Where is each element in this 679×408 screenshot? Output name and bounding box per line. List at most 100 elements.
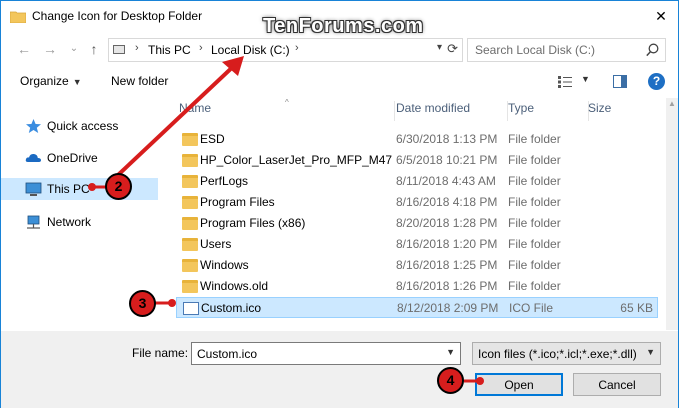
file-type-select[interactable]: Icon files (*.ico;*.icl;*.exe;*.dll) ▼ <box>472 342 661 365</box>
column-header-type[interactable]: Type <box>508 101 589 121</box>
file-row[interactable]: Windows 8/16/2018 1:25 PM File folder <box>176 255 658 276</box>
column-header-date[interactable]: Date modified <box>396 101 508 121</box>
new-folder-button[interactable]: New folder <box>111 74 168 88</box>
organize-button[interactable]: Organize ▼ <box>20 74 82 88</box>
column-header-name[interactable]: ^ Name <box>179 98 395 121</box>
breadcrumb-this-pc[interactable]: This PC <box>148 43 191 57</box>
help-icon[interactable]: ? <box>648 73 665 90</box>
file-name-label: File name: <box>132 346 189 360</box>
file-type: File folder <box>508 174 561 188</box>
file-row[interactable]: Program Files (x86) 8/20/2018 1:28 PM Fi… <box>176 213 658 234</box>
file-type: File folder <box>508 237 561 251</box>
organize-label: Organize <box>20 74 69 88</box>
file-date: 8/16/2018 4:18 PM <box>396 195 498 209</box>
search-input[interactable] <box>473 40 643 60</box>
nav-item-label: Quick access <box>47 119 119 133</box>
folder-icon <box>182 133 198 146</box>
nav-item-onedrive[interactable]: OneDrive <box>1 147 158 169</box>
chevron-down-icon: ▼ <box>646 347 655 357</box>
file-type: File folder <box>508 258 561 272</box>
column-header-label: Size <box>588 101 612 115</box>
file-date: 8/12/2018 2:09 PM <box>397 301 499 315</box>
file-type: File folder <box>508 195 561 209</box>
file-row[interactable]: PerfLogs 8/11/2018 4:43 AM File folder <box>176 171 658 192</box>
nav-item-label: Network <box>47 215 92 229</box>
file-type: ICO File <box>509 301 554 315</box>
file-row[interactable]: Users 8/16/2018 1:20 PM File folder <box>176 234 658 255</box>
file-type-value: Icon files (*.ico;*.icl;*.exe;*.dll) <box>478 347 637 361</box>
file-row[interactable]: ESD 6/30/2018 1:13 PM File folder <box>176 129 658 150</box>
navigation-bar: ← → ⌄ ↑ › This PC › Local Disk (C:) › ▾ … <box>1 32 678 66</box>
file-date: 8/11/2018 4:43 AM <box>396 174 496 188</box>
chevron-down-icon[interactable]: ▼ <box>446 347 455 357</box>
nav-item-this-pc[interactable]: This PC <box>1 178 158 200</box>
file-name: Custom.ico <box>201 301 262 315</box>
command-bar: Organize ▼ New folder ▼ ? <box>1 67 678 97</box>
file-type: File folder <box>508 216 561 230</box>
close-button[interactable]: ✕ <box>644 1 678 32</box>
computer-icon <box>25 182 42 196</box>
callout-marker-4: 4 <box>437 367 464 394</box>
refresh-icon[interactable]: ⟳ <box>447 41 458 57</box>
scroll-up-icon[interactable]: ▲ <box>666 98 678 110</box>
column-header-label: Name <box>179 101 212 115</box>
file-row-selected[interactable]: Custom.ico 8/12/2018 2:09 PM ICO File 65… <box>176 297 658 318</box>
file-date: 8/16/2018 1:20 PM <box>396 237 498 251</box>
file-name-combobox[interactable]: ▼ <box>191 342 461 365</box>
breadcrumb-local-disk[interactable]: Local Disk (C:) <box>211 43 290 57</box>
search-icon[interactable] <box>646 43 659 57</box>
column-divider[interactable] <box>394 101 395 121</box>
file-name: Program Files <box>200 195 275 209</box>
folder-app-icon <box>10 11 26 23</box>
sort-ascending-icon: ^ <box>285 98 289 107</box>
file-row[interactable]: Windows.old 8/16/2018 1:26 PM File folde… <box>176 276 658 297</box>
callout-marker-2: 2 <box>105 173 132 200</box>
cancel-button[interactable]: Cancel <box>573 373 661 396</box>
nav-item-label: OneDrive <box>47 151 98 165</box>
file-name: Users <box>200 237 232 251</box>
network-icon <box>27 215 40 229</box>
column-header-label: Date modified <box>396 101 471 115</box>
drive-icon <box>113 45 125 54</box>
search-box[interactable] <box>467 38 666 62</box>
window-title: Change Icon for Desktop Folder <box>32 9 203 23</box>
file-type: File folder <box>508 153 561 167</box>
file-row[interactable]: Program Files 8/16/2018 4:18 PM File fol… <box>176 192 658 213</box>
file-row[interactable]: HP_Color_LaserJet_Pro_MFP_M477 6/5/2018 … <box>176 150 658 171</box>
nav-item-network[interactable]: Network <box>1 211 158 233</box>
file-name: PerfLogs <box>200 174 249 188</box>
star-icon <box>26 119 41 133</box>
up-button[interactable]: ↑ <box>85 40 103 58</box>
view-options-icon[interactable] <box>558 76 572 88</box>
folder-icon <box>182 238 198 251</box>
file-date: 6/30/2018 1:13 PM <box>396 132 498 146</box>
file-list: ^ Name Date modified Type Size ESD 6/30/… <box>171 98 666 330</box>
column-header-size[interactable]: Size <box>588 101 658 121</box>
nav-item-quick-access[interactable]: Quick access <box>1 115 158 137</box>
address-dropdown-icon[interactable]: ▾ <box>437 42 442 53</box>
file-type: File folder <box>508 279 561 293</box>
ico-file-icon <box>183 302 199 315</box>
recent-locations-button[interactable]: ⌄ <box>65 40 83 58</box>
chevron-down-icon: ▼ <box>72 77 82 87</box>
file-date: 8/16/2018 1:25 PM <box>396 258 498 272</box>
column-header-label: Type <box>508 101 535 115</box>
folder-icon <box>182 196 198 209</box>
address-bar[interactable]: › This PC › Local Disk (C:) › ▾ ⟳ <box>108 38 463 62</box>
open-button[interactable]: Open <box>475 373 563 396</box>
cloud-icon <box>25 153 41 162</box>
forward-button[interactable]: → <box>41 40 59 58</box>
file-date: 6/5/2018 10:21 PM <box>396 153 498 167</box>
breadcrumb-separator: › <box>135 42 139 54</box>
folder-icon <box>182 259 198 272</box>
file-name: HP_Color_LaserJet_Pro_MFP_M477 <box>200 153 392 167</box>
nav-item-label: This PC <box>47 182 90 196</box>
file-name: ESD <box>200 132 225 146</box>
file-name-input[interactable] <box>195 344 435 363</box>
preview-pane-icon[interactable] <box>613 75 627 88</box>
callout-marker-3: 3 <box>129 290 156 317</box>
view-dropdown-icon[interactable]: ▼ <box>581 74 590 84</box>
folder-icon <box>182 280 198 293</box>
back-button[interactable]: ← <box>15 40 33 58</box>
vertical-scrollbar[interactable]: ▲ <box>666 98 678 330</box>
